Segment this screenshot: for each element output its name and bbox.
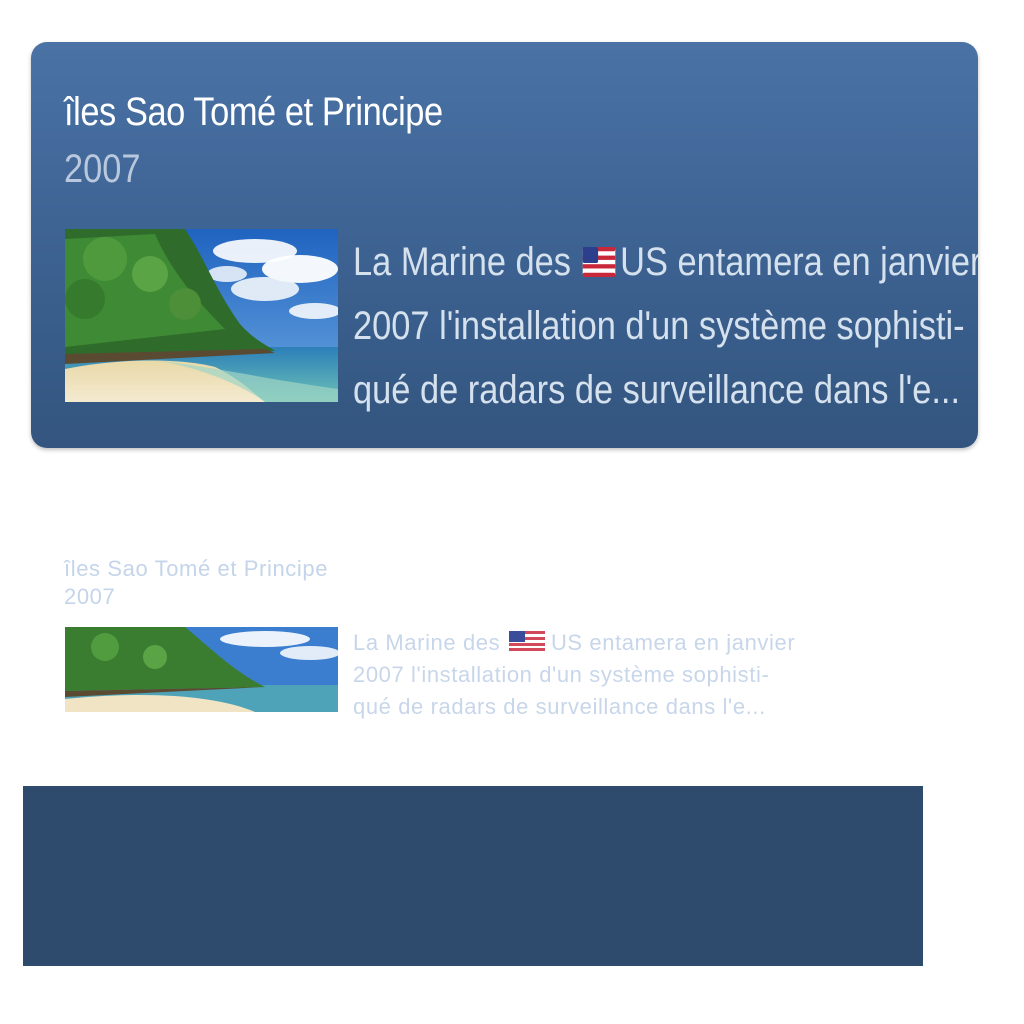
- bottom-panel: [23, 786, 923, 966]
- reflection-line-2: 2007 l'installation d'un système sophist…: [353, 662, 770, 687]
- reflection-thumbnail: [65, 627, 338, 712]
- reflection-line-1b: US entamera en janvier: [550, 630, 796, 655]
- news-card[interactable]: îles Sao Tomé et Principe 2007 La Marine…: [31, 42, 978, 448]
- reflection-description: La Marine des US entamera en janvier 200…: [353, 627, 795, 723]
- beach-thumbnail: [65, 229, 338, 402]
- reflection-line-1: La Marine des: [353, 630, 501, 655]
- body-line-3: qué de radars de surveillance dans l'e..…: [353, 368, 961, 412]
- card-year: 2007: [64, 147, 141, 191]
- body-line-2: 2007 l'installation d'un système sophist…: [353, 304, 965, 348]
- card-description: La Marine des US entamera en janvier 200…: [353, 230, 978, 422]
- card-title: îles Sao Tomé et Principe: [64, 90, 443, 134]
- us-flag-icon: [582, 247, 615, 277]
- reflection-line-3: qué de radars de surveillance dans l'e..…: [353, 694, 766, 719]
- reflection-title: îles Sao Tomé et Principe: [64, 556, 329, 581]
- us-flag-icon: [508, 631, 545, 651]
- body-line-1: La Marine des: [353, 240, 571, 284]
- body-line-1b: US entamera en janvier: [620, 240, 978, 284]
- reflection-year: 2007: [64, 584, 116, 609]
